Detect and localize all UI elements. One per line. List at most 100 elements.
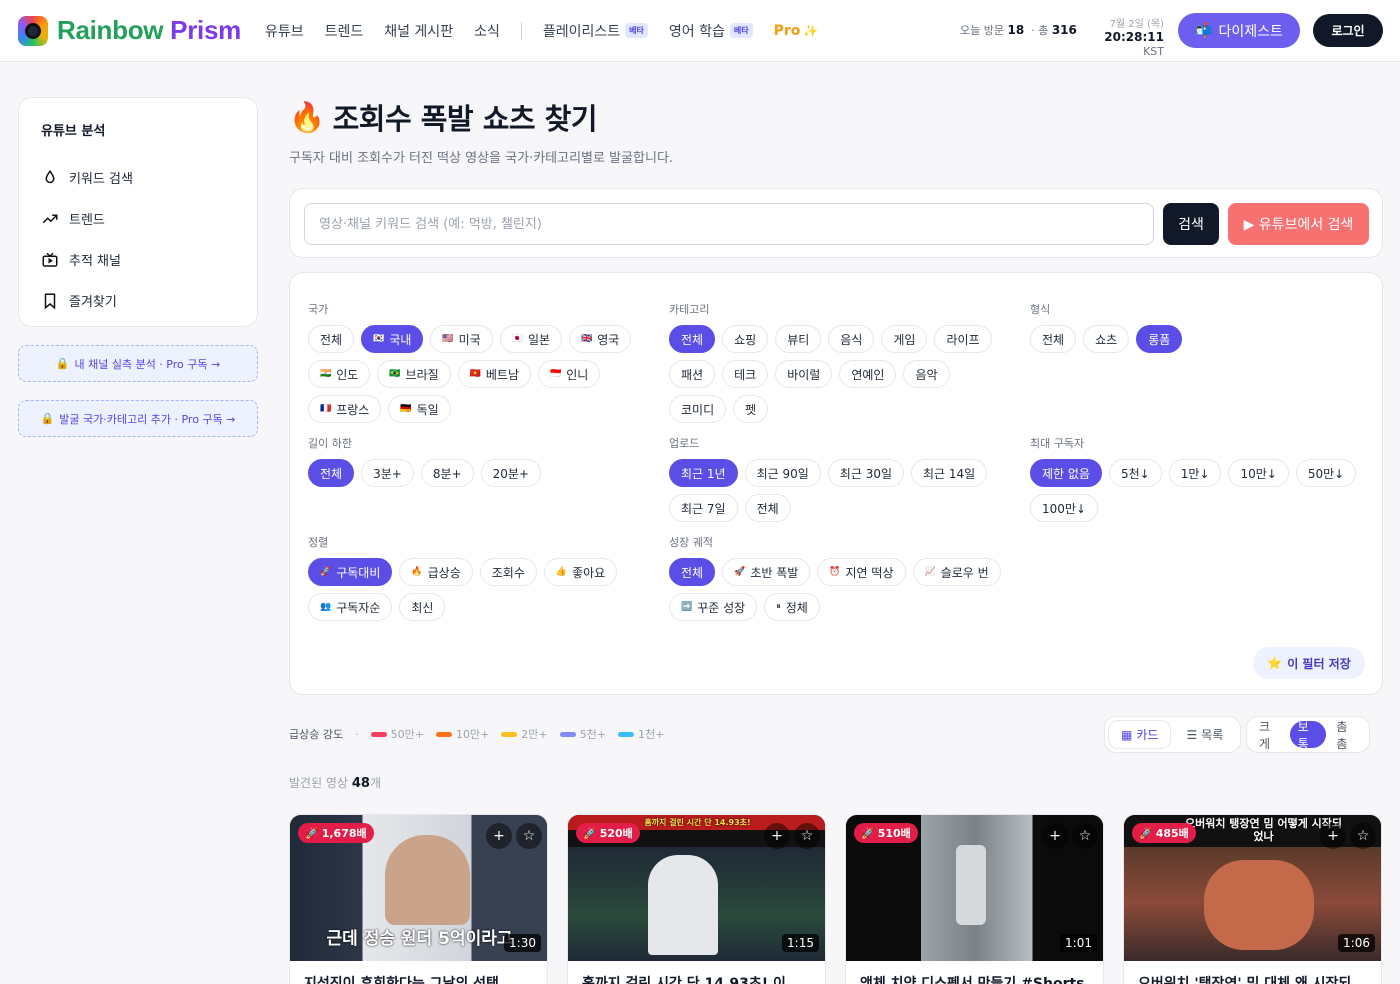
- category-chip[interactable]: 코미디: [669, 395, 727, 423]
- growth-chip[interactable]: 🚀 초반 폭발: [722, 558, 811, 586]
- subscriber-chip[interactable]: 10만↓: [1228, 459, 1289, 487]
- sort-chip[interactable]: 조회수: [479, 558, 537, 586]
- subscriber-chip[interactable]: 제한 없음: [1030, 459, 1102, 487]
- country-chip[interactable]: 🇰🇷 국내: [361, 325, 424, 353]
- growth-chip[interactable]: ⏸ 정체: [764, 593, 820, 621]
- video-thumbnail[interactable]: 🚀 510배 + ☆ 1:01: [846, 815, 1103, 961]
- star-icon[interactable]: ☆: [516, 823, 542, 849]
- country-chip[interactable]: 🇻🇳 베트남: [457, 360, 531, 388]
- length-chip[interactable]: 20분+: [480, 459, 541, 487]
- category-chip[interactable]: 음식: [828, 325, 875, 353]
- video-title[interactable]: 지석진이 후회한다는 그날의 선택: [290, 961, 547, 984]
- upload-chip[interactable]: 최근 30일: [827, 459, 905, 487]
- subscriber-chip[interactable]: 100만↓: [1030, 494, 1098, 522]
- video-title[interactable]: 오버워치 '탱장연' 밈 대체 왜 시작되: [1124, 961, 1381, 984]
- video-title[interactable]: 액체 치약 디스펜서 만들기 #Shorts: [846, 961, 1103, 984]
- nav-channel-board[interactable]: 채널 게시판: [384, 21, 453, 41]
- sidebar-item-keyword[interactable]: 키워드 검색: [41, 157, 235, 198]
- format-chip[interactable]: 쇼츠: [1083, 325, 1130, 353]
- upload-chip[interactable]: 최근 7일: [669, 494, 738, 522]
- promo-channel-analysis[interactable]: 🔒 내 채널 실측 분석 · Pro 구독 →: [18, 345, 258, 382]
- add-icon[interactable]: +: [1042, 823, 1068, 849]
- video-title[interactable]: 홈까지 걸린 시간 단 14.93초! 이: [568, 961, 825, 984]
- length-chip[interactable]: 8분+: [420, 459, 474, 487]
- youtube-search-button[interactable]: ▶ 유튜브에서 검색: [1228, 203, 1369, 245]
- sort-chip[interactable]: 최신: [399, 593, 446, 621]
- category-chip[interactable]: 음악: [903, 360, 950, 388]
- list-view-button[interactable]: ☰ 목록: [1174, 721, 1235, 748]
- country-chip[interactable]: 🇫🇷 프랑스: [308, 395, 382, 423]
- country-chip[interactable]: 🇺🇸 미국: [430, 325, 493, 353]
- nav-english[interactable]: 영어 학습 베타: [669, 21, 753, 41]
- subscriber-chip[interactable]: 5천↓: [1108, 459, 1162, 487]
- logo-icon[interactable]: [18, 15, 48, 46]
- video-card[interactable]: 오버워치 탱장연 밈 어떻게 시작되었나 🚀 485배 + ☆ 1:06 오버워치…: [1123, 814, 1382, 984]
- video-thumbnail[interactable]: 홈까지 걸린 시간 단 14.93초! 🚀 520배 + ☆ 1:15: [568, 815, 825, 961]
- country-chip[interactable]: 🇯🇵 일본: [499, 325, 563, 353]
- country-chip[interactable]: 🇩🇪 독일: [388, 395, 451, 423]
- growth-chip[interactable]: ⏰ 지연 떡상: [817, 558, 906, 586]
- category-chip[interactable]: 패션: [669, 360, 716, 388]
- subscriber-chip[interactable]: 50만↓: [1295, 459, 1357, 487]
- save-filter-button[interactable]: ⭐ 이 필터 저장: [1253, 647, 1365, 679]
- category-chip[interactable]: 전체: [669, 325, 716, 353]
- card-view-button[interactable]: ▦ 카드: [1109, 721, 1171, 748]
- category-chip[interactable]: 쇼핑: [722, 325, 769, 353]
- video-card[interactable]: 🚀 510배 + ☆ 1:01 액체 치약 디스펜서 만들기 #Shorts: [845, 814, 1104, 984]
- size-medium-button[interactable]: 보통: [1289, 720, 1327, 751]
- star-icon[interactable]: ☆: [794, 823, 820, 849]
- nav-trends[interactable]: 트렌드: [325, 21, 364, 41]
- size-large-button[interactable]: 크게: [1251, 720, 1288, 751]
- search-button[interactable]: 검색: [1163, 203, 1219, 245]
- country-chip[interactable]: 🇬🇧 영국: [569, 325, 632, 353]
- sidebar-item-tracked[interactable]: 추적 채널: [41, 239, 235, 280]
- subscriber-chip[interactable]: 1만↓: [1168, 459, 1222, 487]
- category-chip[interactable]: 펫: [733, 395, 769, 423]
- sort-chip[interactable]: 🔥 급상승: [399, 558, 473, 586]
- country-chip[interactable]: 🇧🇷 브라질: [377, 360, 451, 388]
- length-chip[interactable]: 전체: [308, 459, 355, 487]
- country-chip[interactable]: 전체: [308, 325, 355, 353]
- category-chip[interactable]: 바이럴: [775, 360, 833, 388]
- category-chip[interactable]: 뷰티: [775, 325, 822, 353]
- video-card[interactable]: 홈까지 걸린 시간 단 14.93초! 🚀 520배 + ☆ 1:15 홈까지 걸…: [567, 814, 826, 984]
- login-button[interactable]: 로그인: [1313, 14, 1383, 47]
- category-chip[interactable]: 라이프: [934, 325, 992, 353]
- sidebar-item-trend[interactable]: 트렌드: [41, 198, 235, 239]
- growth-chip[interactable]: 📈 슬로우 번: [912, 558, 1001, 586]
- nav-playlist[interactable]: 플레이리스트 베타: [543, 21, 648, 41]
- format-chip[interactable]: 롱폼: [1136, 325, 1183, 353]
- nav-pro[interactable]: Pro ✨: [774, 23, 819, 39]
- brand-logo[interactable]: Rainbow Prism: [57, 15, 241, 46]
- country-chip[interactable]: 🇮🇩 인니: [538, 360, 601, 388]
- promo-add-country[interactable]: 🔒 발굴 국가·카테고리 추가 · Pro 구독 →: [18, 400, 258, 437]
- sidebar-item-bookmark[interactable]: 즐겨찾기: [41, 280, 235, 321]
- nav-news[interactable]: 소식: [474, 21, 500, 41]
- upload-chip[interactable]: 최근 14일: [911, 459, 988, 487]
- category-chip[interactable]: 게임: [881, 325, 928, 353]
- nav-youtube[interactable]: 유튜브: [265, 21, 304, 41]
- video-card[interactable]: 근데 정승 원더 5억이라고 🚀 1,678배 + ☆ 1:30 지석진이 후회한…: [289, 814, 548, 984]
- add-icon[interactable]: +: [486, 823, 512, 849]
- sort-chip[interactable]: 👥 구독자순: [308, 593, 393, 621]
- length-chip[interactable]: 3분+: [361, 459, 414, 487]
- growth-chip[interactable]: 전체: [669, 558, 716, 586]
- upload-chip[interactable]: 최근 1년: [669, 459, 738, 487]
- size-compact-button[interactable]: 촘촘: [1328, 720, 1365, 751]
- category-chip[interactable]: 연예인: [839, 360, 897, 388]
- upload-chip[interactable]: 최근 90일: [744, 459, 821, 487]
- video-thumbnail[interactable]: 오버워치 탱장연 밈 어떻게 시작되었나 🚀 485배 + ☆ 1:06: [1124, 815, 1381, 961]
- star-icon[interactable]: ☆: [1072, 823, 1098, 849]
- upload-chip[interactable]: 전체: [744, 494, 791, 522]
- search-input[interactable]: [304, 203, 1154, 245]
- video-thumbnail[interactable]: 근데 정승 원더 5억이라고 🚀 1,678배 + ☆ 1:30: [290, 815, 547, 961]
- sort-chip[interactable]: 🚀 구독대비: [308, 558, 393, 586]
- growth-chip[interactable]: ➡️ 꾸준 성장: [669, 593, 758, 621]
- star-icon[interactable]: ☆: [1350, 823, 1376, 849]
- add-icon[interactable]: +: [764, 823, 790, 849]
- digest-button[interactable]: 📬 다이제스트: [1178, 13, 1300, 48]
- add-icon[interactable]: +: [1320, 823, 1346, 849]
- format-chip[interactable]: 전체: [1030, 325, 1077, 353]
- country-chip[interactable]: 🇮🇳 인도: [308, 360, 371, 388]
- sort-chip[interactable]: 👍 좋아요: [543, 558, 618, 586]
